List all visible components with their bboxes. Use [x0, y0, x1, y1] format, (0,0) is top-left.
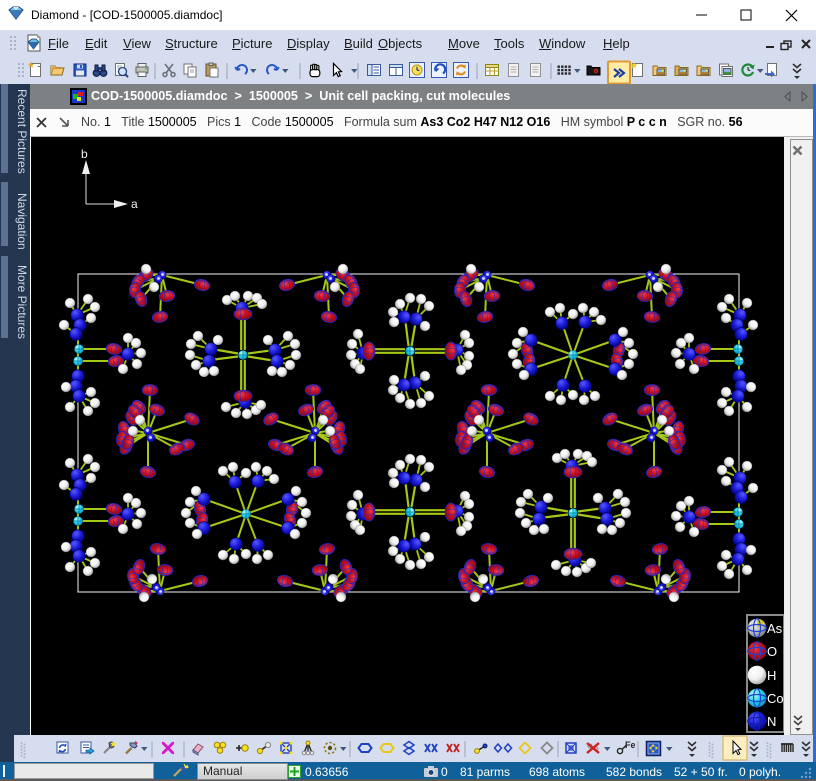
- svg-text:As: As: [767, 621, 783, 636]
- svg-text:b: b: [81, 147, 88, 161]
- svg-text:N: N: [767, 714, 776, 729]
- svg-text:O: O: [767, 644, 777, 659]
- svg-text:Fe: Fe: [625, 740, 636, 750]
- svg-text:H: H: [767, 668, 776, 683]
- svg-text:Co: Co: [767, 691, 784, 706]
- svg-text:a: a: [131, 197, 138, 211]
